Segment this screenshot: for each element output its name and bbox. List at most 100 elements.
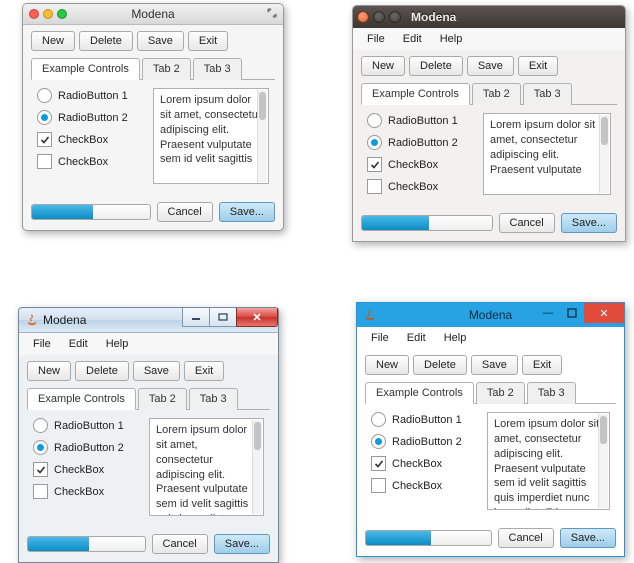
new-button[interactable]: New: [361, 56, 405, 76]
radio-1[interactable]: RadioButton 1: [33, 418, 141, 433]
save-button[interactable]: Save: [137, 31, 184, 51]
menu-file[interactable]: File: [25, 336, 59, 352]
checkbox-1[interactable]: CheckBox: [37, 132, 145, 147]
titlebar[interactable]: Modena: [353, 6, 625, 28]
checkbox-2[interactable]: CheckBox: [37, 154, 145, 169]
maximize-icon[interactable]: [389, 11, 401, 23]
tab-3[interactable]: Tab 3: [193, 58, 242, 80]
tab-example-controls[interactable]: Example Controls: [361, 83, 470, 105]
cancel-button[interactable]: Cancel: [499, 213, 555, 233]
window-title: Modena: [23, 7, 283, 21]
scrollbar[interactable]: [252, 420, 262, 514]
window-win8: Modena — ✕ File Edit Help New Delete Sav…: [356, 302, 625, 557]
save-as-button[interactable]: Save...: [560, 528, 616, 548]
scrollbar[interactable]: [257, 90, 267, 182]
delete-button[interactable]: Delete: [75, 361, 129, 381]
menubar: File Edit Help: [357, 327, 624, 349]
titlebar[interactable]: Modena: [23, 4, 283, 25]
tab-2[interactable]: Tab 2: [138, 388, 187, 410]
checkbox-1[interactable]: CheckBox: [33, 462, 141, 477]
save-button[interactable]: Save: [471, 355, 518, 375]
radio-2-label: RadioButton 2: [392, 436, 462, 448]
radio-1[interactable]: RadioButton 1: [367, 113, 475, 128]
text-area-content: Lorem ipsum dolor sit amet, consectetur …: [490, 119, 595, 176]
cancel-button[interactable]: Cancel: [157, 202, 213, 222]
radio-2[interactable]: RadioButton 2: [371, 434, 479, 449]
toolbar: New Delete Save Exit: [23, 25, 283, 57]
scrollbar[interactable]: [598, 414, 608, 508]
save-as-button[interactable]: Save...: [219, 202, 275, 222]
menu-edit[interactable]: Edit: [399, 330, 434, 346]
toolbar: New Delete Save Exit: [353, 50, 625, 82]
text-area[interactable]: Lorem ipsum dolor sit amet, consectetur …: [153, 88, 269, 184]
checkbox-2[interactable]: CheckBox: [33, 484, 141, 499]
maximize-icon[interactable]: [560, 303, 584, 323]
new-button[interactable]: New: [365, 355, 409, 375]
tab-example-controls[interactable]: Example Controls: [365, 382, 474, 404]
minimize-icon[interactable]: [373, 11, 385, 23]
tab-2[interactable]: Tab 2: [142, 58, 191, 80]
minimize-icon[interactable]: —: [536, 303, 560, 323]
cancel-button[interactable]: Cancel: [498, 528, 554, 548]
tab-2[interactable]: Tab 2: [476, 382, 525, 404]
save-button[interactable]: Save: [133, 361, 180, 381]
menu-help[interactable]: Help: [432, 31, 471, 47]
tab-3[interactable]: Tab 3: [189, 388, 238, 410]
exit-button[interactable]: Exit: [522, 355, 562, 375]
checkbox-1[interactable]: CheckBox: [371, 456, 479, 471]
delete-button[interactable]: Delete: [409, 56, 463, 76]
scrollbar-thumb[interactable]: [600, 416, 607, 444]
delete-button[interactable]: Delete: [413, 355, 467, 375]
checkbox-2-label: CheckBox: [388, 181, 438, 193]
close-icon[interactable]: [236, 308, 278, 327]
exit-button[interactable]: Exit: [184, 361, 224, 381]
tab-example-controls[interactable]: Example Controls: [31, 58, 140, 80]
exit-button[interactable]: Exit: [518, 56, 558, 76]
text-area[interactable]: Lorem ipsum dolor sit amet, consectetur …: [149, 418, 264, 516]
tab-3[interactable]: Tab 3: [523, 83, 572, 105]
save-as-button[interactable]: Save...: [561, 213, 617, 233]
radio-2[interactable]: RadioButton 2: [37, 110, 145, 125]
save-as-button[interactable]: Save...: [214, 534, 270, 554]
tab-example-controls[interactable]: Example Controls: [27, 388, 136, 410]
checkbox-2[interactable]: CheckBox: [367, 179, 475, 194]
tab-2[interactable]: Tab 2: [472, 83, 521, 105]
window-win7: Modena File Edit Help New Delete Save Ex…: [18, 307, 279, 563]
new-button[interactable]: New: [27, 361, 71, 381]
menu-file[interactable]: File: [363, 330, 397, 346]
scrollbar[interactable]: [599, 115, 609, 193]
scrollbar-thumb[interactable]: [259, 92, 266, 120]
radio-1[interactable]: RadioButton 1: [37, 88, 145, 103]
resize-icon[interactable]: [267, 8, 277, 18]
radio-1[interactable]: RadioButton 1: [371, 412, 479, 427]
titlebar[interactable]: Modena: [19, 308, 278, 333]
text-area[interactable]: Lorem ipsum dolor sit amet, consectetur …: [483, 113, 611, 195]
delete-button[interactable]: Delete: [79, 31, 133, 51]
radio-2[interactable]: RadioButton 2: [33, 440, 141, 455]
scrollbar-thumb[interactable]: [254, 422, 261, 450]
menu-edit[interactable]: Edit: [395, 31, 430, 47]
checkbox-2[interactable]: CheckBox: [371, 478, 479, 493]
new-button[interactable]: New: [31, 31, 75, 51]
exit-button[interactable]: Exit: [188, 31, 228, 51]
tab-3[interactable]: Tab 3: [527, 382, 576, 404]
minimize-icon[interactable]: [182, 308, 209, 327]
menu-help[interactable]: Help: [98, 336, 137, 352]
radio-2[interactable]: RadioButton 2: [367, 135, 475, 150]
titlebar[interactable]: Modena — ✕: [357, 303, 624, 327]
close-icon[interactable]: ✕: [584, 303, 624, 323]
footer: Cancel Save...: [19, 530, 278, 562]
menu-edit[interactable]: Edit: [61, 336, 96, 352]
save-button[interactable]: Save: [467, 56, 514, 76]
menu-help[interactable]: Help: [436, 330, 475, 346]
scrollbar-thumb[interactable]: [601, 117, 608, 145]
radio-1-label: RadioButton 1: [58, 90, 128, 102]
checkbox-1[interactable]: CheckBox: [367, 157, 475, 172]
tab-panel: RadioButton 1 RadioButton 2 CheckBox Che…: [361, 105, 617, 203]
menu-file[interactable]: File: [359, 31, 393, 47]
tab-panel: RadioButton 1 RadioButton 2 CheckBox Che…: [365, 404, 616, 518]
close-icon[interactable]: [357, 11, 369, 23]
text-area[interactable]: Lorem ipsum dolor sit amet, consectetur …: [487, 412, 610, 510]
cancel-button[interactable]: Cancel: [152, 534, 208, 554]
maximize-icon[interactable]: [209, 308, 236, 327]
